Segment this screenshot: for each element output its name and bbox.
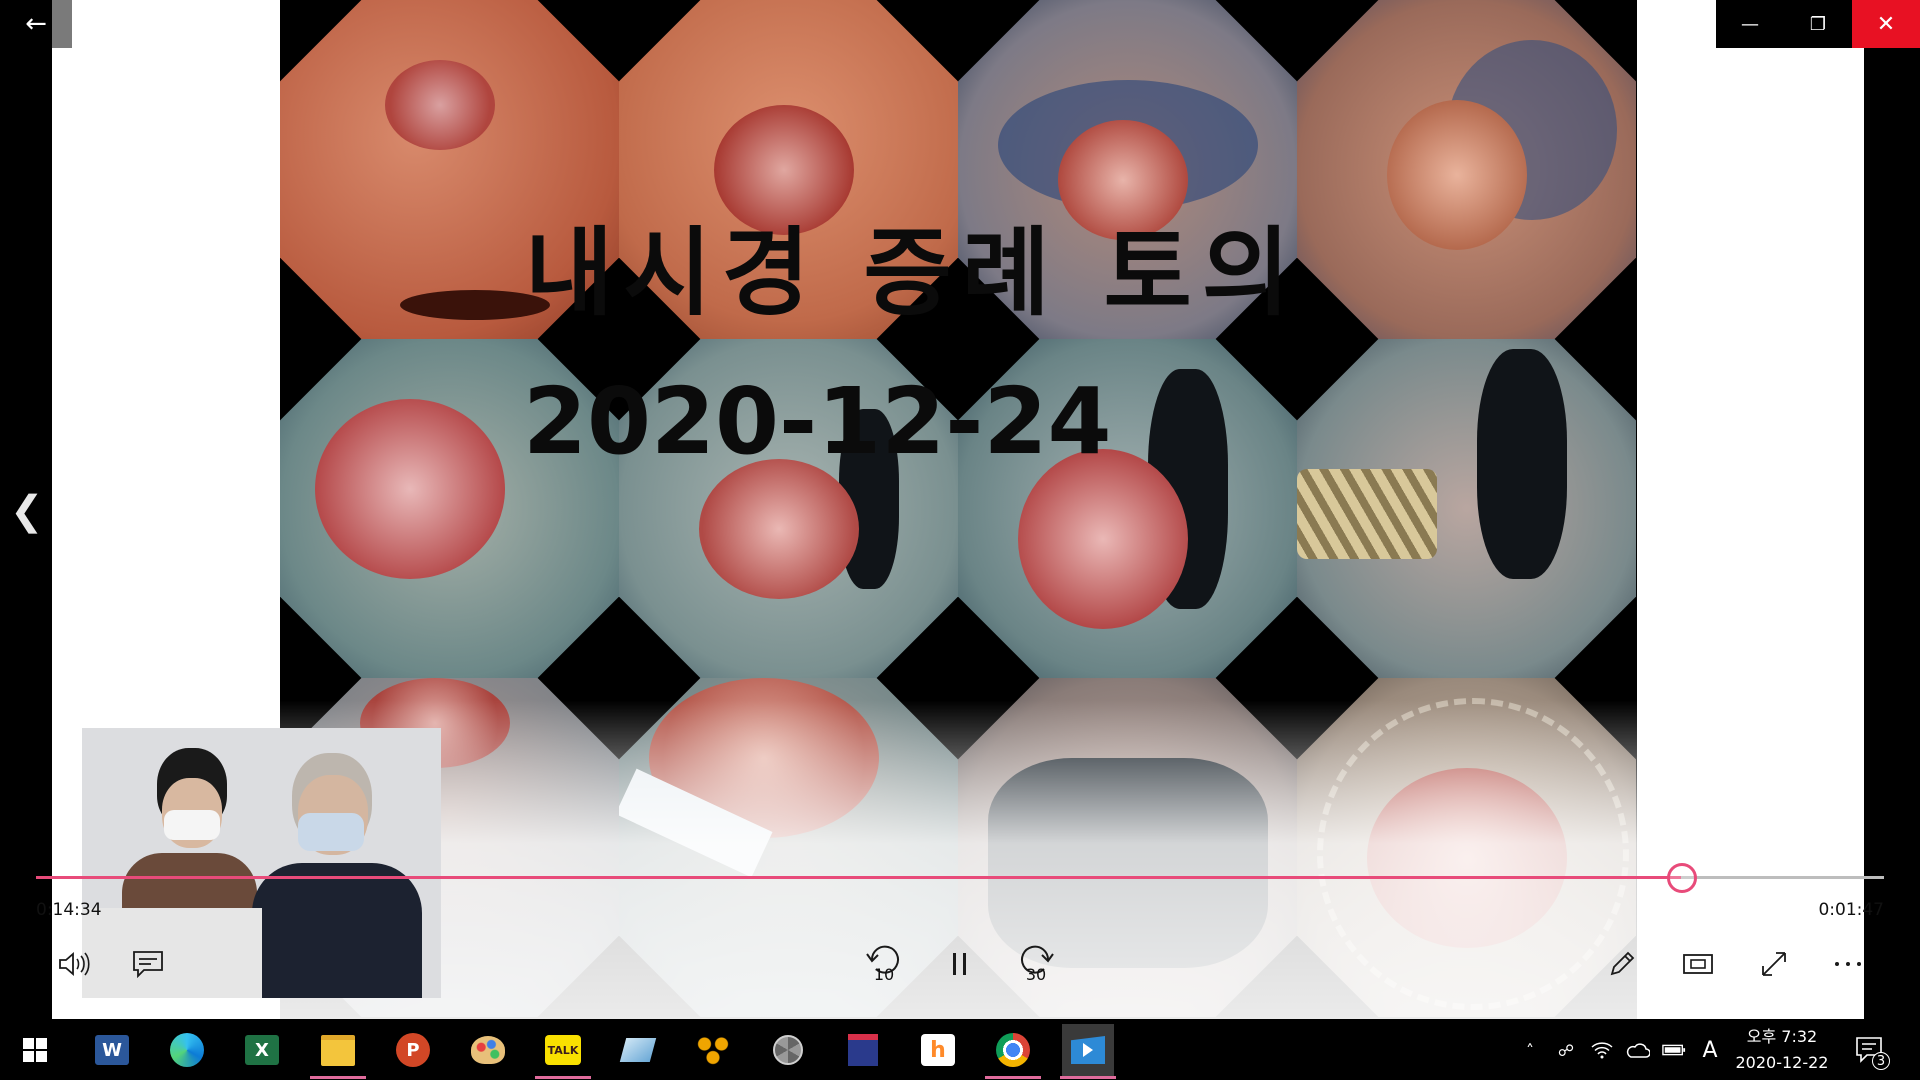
subtitles-icon	[133, 951, 163, 978]
onedrive-cloud-icon[interactable]	[1626, 1038, 1650, 1062]
folder-icon	[321, 1034, 355, 1066]
powerpoint-icon: P	[396, 1033, 430, 1067]
aperture-icon	[773, 1035, 803, 1065]
paint-palette-icon	[471, 1036, 505, 1064]
slide-title: 내시경 증례 토의	[525, 217, 1301, 329]
title-bar-handle	[52, 0, 72, 48]
more-options-button[interactable]	[1826, 942, 1870, 986]
taskbar-aperture[interactable]	[768, 1030, 808, 1070]
kakaotalk-icon: TALK	[545, 1035, 581, 1065]
skip-forward-label: 30	[1025, 965, 1047, 984]
slide-date: 2020-12-24	[523, 368, 1112, 475]
windows-logo-icon	[23, 1038, 47, 1062]
arrow-left-icon: ←	[25, 9, 47, 39]
clock-date: 2020-12-22	[1735, 1053, 1829, 1072]
hangul-icon: h	[921, 1034, 955, 1066]
endoscopy-image-8	[1297, 339, 1636, 678]
taskbar-file-explorer[interactable]	[318, 1030, 358, 1070]
taskbar-powerpoint[interactable]: P	[393, 1030, 433, 1070]
calendar-icon	[848, 1034, 878, 1066]
start-button[interactable]	[15, 1030, 55, 1070]
endoscopy-image-4	[1297, 0, 1636, 339]
pause-button[interactable]	[938, 942, 982, 986]
picture-in-picture-icon	[1683, 954, 1713, 974]
taskbar-app[interactable]	[618, 1030, 658, 1070]
skip-forward-button[interactable]: 30	[1014, 942, 1058, 986]
battery-icon[interactable]	[1662, 1038, 1686, 1062]
close-button[interactable]: ✕	[1852, 0, 1920, 48]
taskbar-calendar-app[interactable]	[843, 1030, 883, 1070]
volume-icon	[59, 952, 90, 976]
pencil-icon	[1610, 951, 1635, 976]
restore-button[interactable]: ❐	[1784, 0, 1852, 48]
seek-thumb[interactable]	[1666, 863, 1697, 893]
taskbar-excel[interactable]: X	[242, 1030, 282, 1070]
file-explorer-active-indicator	[310, 1076, 366, 1079]
chrome-active-indicator	[985, 1076, 1041, 1079]
input-method-indicator[interactable]: A	[1698, 1038, 1722, 1063]
system-clock[interactable]: 오후 7:32 2020-12-22	[1730, 1024, 1834, 1076]
taskbar-kakaotalk[interactable]: TALK	[543, 1030, 583, 1070]
elapsed-time: 0:14:34	[36, 900, 102, 920]
skip-back-button[interactable]: 10	[862, 942, 906, 986]
kakaotalk-active-indicator	[535, 1076, 591, 1079]
volume-button[interactable]	[52, 942, 96, 986]
more-icon	[1835, 962, 1861, 966]
previous-chevron-icon[interactable]: ❮	[10, 488, 44, 534]
excel-icon: X	[245, 1035, 279, 1065]
movies-tv-icon	[1071, 1036, 1105, 1064]
taskbar-edge[interactable]	[167, 1030, 207, 1070]
eraser-icon	[619, 1038, 657, 1062]
tray-device-icon[interactable]: ☍	[1554, 1038, 1578, 1062]
window-controls: — ❐ ✕	[1716, 0, 1920, 48]
clock-time: 오후 7:32	[1746, 1027, 1818, 1046]
fullscreen-button[interactable]	[1752, 942, 1796, 986]
mini-view-button[interactable]	[1676, 942, 1720, 986]
remaining-time: 0:01:47	[1818, 900, 1884, 920]
edge-icon	[170, 1033, 204, 1067]
taskbar-app2[interactable]	[693, 1030, 733, 1070]
chrome-icon	[996, 1033, 1030, 1067]
word-icon: W	[95, 1035, 129, 1065]
wifi-icon[interactable]	[1590, 1038, 1614, 1062]
movies-tv-active-indicator	[1060, 1076, 1116, 1079]
network-people-icon	[696, 1035, 730, 1065]
expand-icon	[1762, 952, 1786, 976]
edit-button[interactable]	[1600, 942, 1644, 986]
tray-overflow-chevron-icon[interactable]: ˄	[1518, 1038, 1542, 1062]
skip-back-label: 10	[873, 965, 895, 984]
seek-bar[interactable]	[36, 863, 1884, 893]
seek-progress	[36, 876, 1681, 879]
notification-center-button[interactable]: 3	[1850, 1030, 1890, 1070]
taskbar-chrome[interactable]	[993, 1030, 1033, 1070]
taskbar-paint[interactable]	[468, 1030, 508, 1070]
notification-badge: 3	[1872, 1052, 1890, 1070]
taskbar-hangul[interactable]: h	[918, 1030, 958, 1070]
taskbar-word[interactable]: W	[92, 1030, 132, 1070]
subtitles-button[interactable]	[126, 942, 170, 986]
minimize-button[interactable]: —	[1716, 0, 1784, 48]
pause-icon	[953, 953, 966, 975]
taskbar-movies-tv[interactable]	[1062, 1024, 1114, 1076]
